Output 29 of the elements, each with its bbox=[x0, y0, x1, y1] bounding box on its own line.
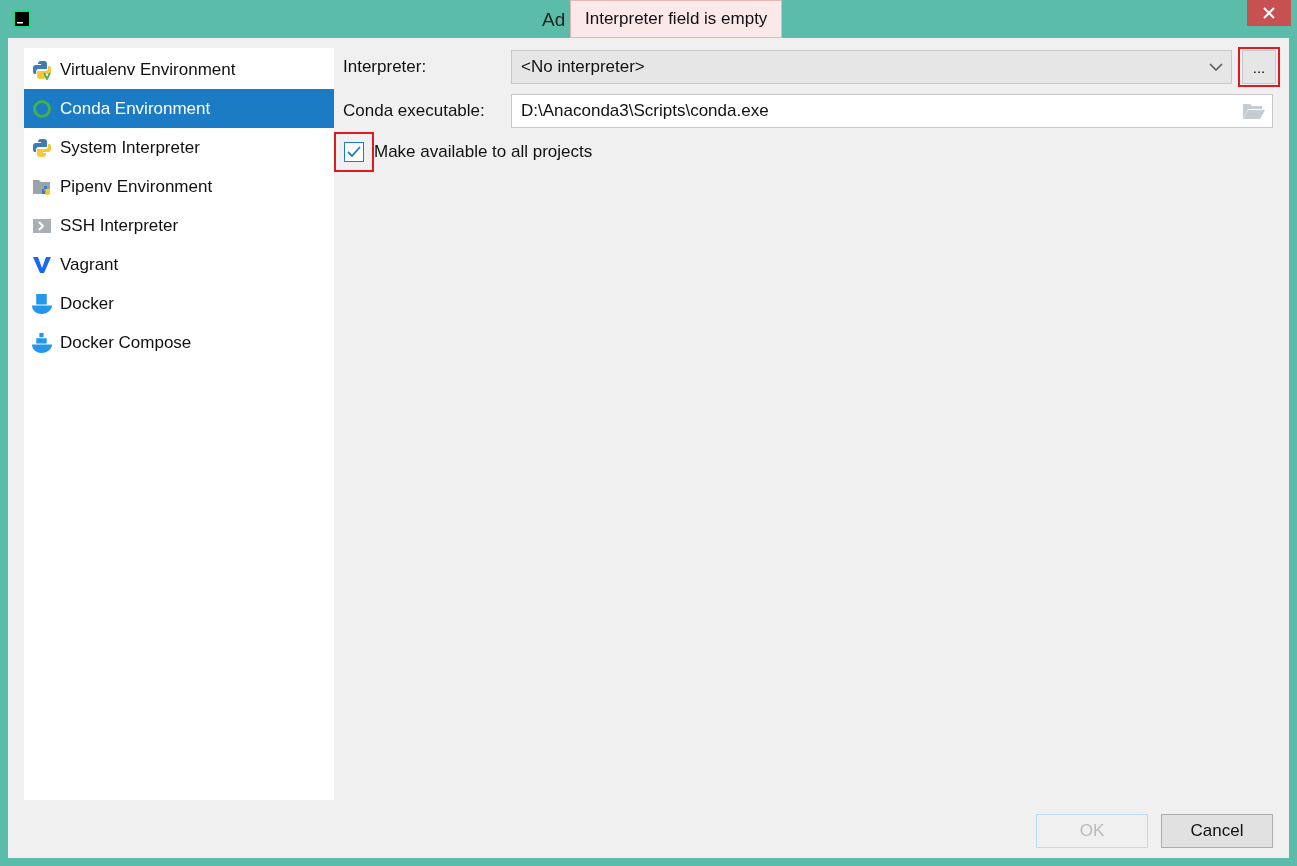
cancel-button[interactable]: Cancel bbox=[1161, 814, 1273, 848]
interpreter-label: Interpreter: bbox=[343, 57, 428, 77]
python-icon bbox=[32, 137, 52, 158]
app-logo-icon bbox=[12, 9, 32, 29]
close-button[interactable] bbox=[1247, 0, 1291, 26]
error-tooltip: Interpreter field is empty bbox=[570, 0, 783, 38]
browse-button[interactable]: ... bbox=[1242, 50, 1276, 84]
ring-icon bbox=[32, 98, 52, 119]
conda-executable-label: Conda executable: bbox=[343, 101, 486, 121]
sidebar-item[interactable]: System Interpreter bbox=[24, 128, 334, 167]
sidebar-item[interactable]: Virtualenv Environment bbox=[24, 50, 334, 89]
v-logo-icon bbox=[32, 254, 52, 275]
sidebar-item[interactable]: Conda Environment bbox=[24, 89, 334, 128]
chevron-icon bbox=[1209, 63, 1223, 71]
sidebar-item[interactable]: Docker Compose bbox=[24, 323, 334, 362]
interpreter-dropdown[interactable]: <No interpreter> bbox=[511, 50, 1232, 84]
window-title: Ad bbox=[542, 9, 566, 31]
whale-icon bbox=[32, 332, 52, 353]
sidebar-item[interactable]: SSH Interpreter bbox=[24, 206, 334, 245]
whale-icon bbox=[32, 293, 52, 314]
sidebar-item[interactable]: Docker bbox=[24, 284, 334, 323]
checkbox[interactable] bbox=[344, 142, 364, 162]
checkbox-label: Make available to all projects bbox=[374, 142, 593, 162]
python-icon bbox=[32, 59, 52, 80]
folder-icon bbox=[1242, 102, 1266, 120]
conda-path-field[interactable]: D:\Anaconda3\Scripts\conda.exe bbox=[511, 94, 1273, 128]
sidebar-item[interactable]: Pipenv Environment bbox=[24, 167, 334, 206]
close-icon bbox=[1263, 7, 1275, 19]
sidebar-item[interactable]: Vagrant bbox=[24, 245, 334, 284]
